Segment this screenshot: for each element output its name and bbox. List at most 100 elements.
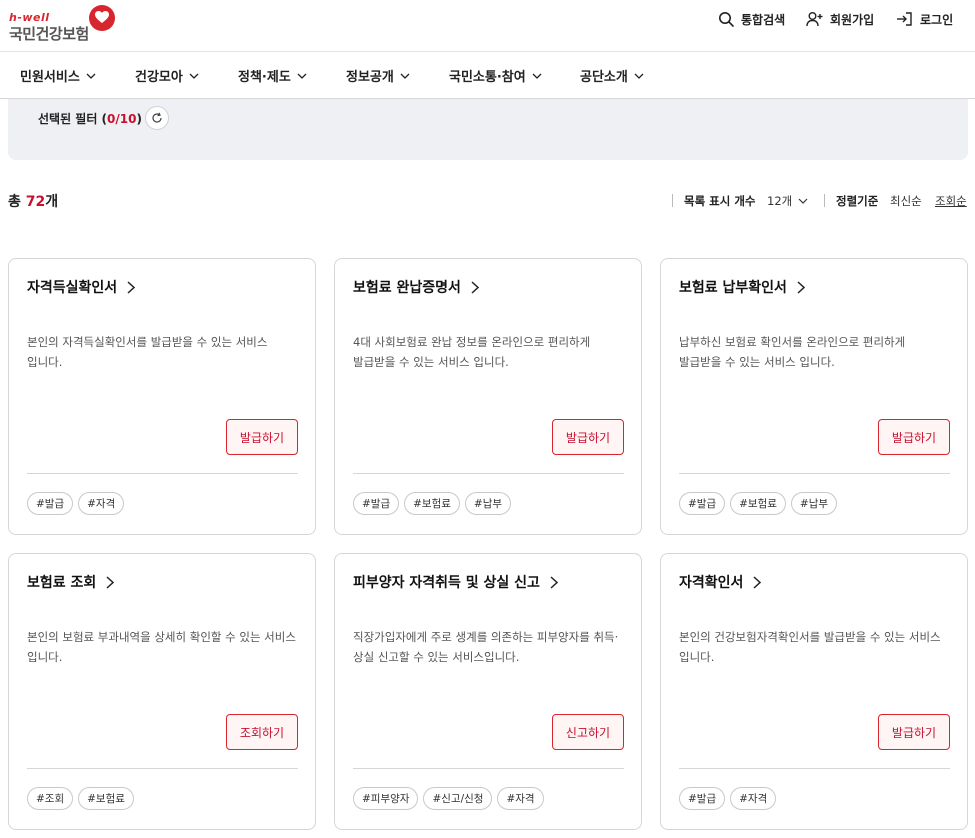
nav-item-health[interactable]: 건강모아 [135, 66, 199, 85]
issue-button[interactable]: 발급하기 [552, 419, 624, 455]
integrated-search-button[interactable]: 통합검색 [718, 9, 785, 29]
total-number: 72 [25, 194, 46, 210]
login-button[interactable]: 로그인 [896, 9, 953, 29]
user-plus-icon [806, 12, 823, 27]
divider [27, 768, 298, 769]
chevron-right-icon [106, 575, 115, 589]
logo-title: 국민건강보험 [9, 25, 89, 43]
service-card: 보험료 납부확인서 납부하신 보험료 확인서를 온라인으로 편리하게 발급받을 … [660, 258, 968, 535]
divider [679, 473, 950, 474]
card-title-link[interactable]: 자격득실확인서 [27, 277, 136, 297]
card-description: 본인의 건강보험자격확인서를 발급받을 수 있는 서비스 입니다. [679, 630, 941, 664]
tag-chip[interactable]: #보험료 [78, 787, 134, 810]
tag-chip[interactable]: #피부양자 [353, 787, 419, 810]
card-title-link[interactable]: 피부양자 자격취득 및 상실 신고 [353, 572, 558, 592]
nav-item-about[interactable]: 공단소개 [580, 66, 644, 85]
tag-chip[interactable]: #발급 [353, 492, 400, 515]
card-title: 보험료 납부확인서 [679, 280, 787, 296]
card-tags: #발급 #자격 [27, 492, 125, 515]
issue-button[interactable]: 발급하기 [226, 419, 298, 455]
main-nav: 민원서비스 건강모아 정책·제도 정보공개 국민소통·참여 공단소개 [0, 52, 975, 99]
nav-item-disclosure[interactable]: 정보공개 [346, 66, 410, 85]
signup-label: 회원가입 [830, 12, 875, 27]
nav-item-communication[interactable]: 국민소통·참여 [449, 66, 542, 85]
filter-label-suffix: ) [136, 112, 142, 126]
chevron-down-icon [189, 73, 199, 79]
card-title: 자격확인서 [679, 575, 744, 591]
report-button[interactable]: 신고하기 [552, 714, 624, 750]
search-label: 통합검색 [741, 12, 786, 27]
selected-filter-label: 선택된 필터 (0/10) [38, 110, 142, 127]
card-title: 피부양자 자격취득 및 상실 신고 [353, 575, 540, 591]
tag-chip[interactable]: #발급 [679, 787, 726, 810]
total-suffix: 개 [45, 194, 59, 210]
card-description: 납부하신 보험료 확인서를 온라인으로 편리하게 발급받을 수 있는 서비스 입… [679, 335, 906, 369]
tag-chip[interactable]: #자격 [730, 787, 777, 810]
site-logo[interactable]: h-well 국민건강보험 [9, 5, 119, 45]
chevron-right-icon [550, 575, 558, 589]
sort-latest-button[interactable]: 최신순 [890, 193, 922, 209]
service-card: 자격확인서 본인의 건강보험자격확인서를 발급받을 수 있는 서비스 입니다. … [660, 553, 968, 830]
login-label: 로그인 [920, 12, 954, 27]
tag-chip[interactable]: #발급 [679, 492, 726, 515]
divider [353, 473, 624, 474]
card-title-link[interactable]: 보험료 조회 [27, 572, 115, 592]
tag-chip[interactable]: #보험료 [730, 492, 786, 515]
chevron-right-icon [797, 280, 805, 294]
tag-chip[interactable]: #납부 [464, 492, 512, 515]
card-tags: #피부양자 #신고/신청 #자격 [353, 787, 544, 810]
card-tags: #조회 #보험료 [27, 787, 134, 810]
card-title-link[interactable]: 보험료 납부확인서 [679, 277, 805, 297]
nav-item-label: 정보공개 [346, 70, 394, 85]
nav-item-civil-service[interactable]: 민원서비스 [20, 66, 96, 85]
site-header: h-well 국민건강보험 통합검색 회원가입 로그인 [0, 0, 975, 52]
divider [679, 768, 950, 769]
divider [824, 194, 825, 207]
issue-button[interactable]: 발급하기 [878, 714, 950, 750]
chevron-right-icon [753, 575, 762, 589]
nav-item-policy[interactable]: 정책·제도 [238, 66, 307, 85]
tag-chip[interactable]: #발급 [27, 492, 74, 515]
filter-reset-button[interactable] [145, 106, 169, 130]
tag-chip[interactable]: #납부 [790, 492, 838, 515]
chevron-down-icon [532, 73, 542, 79]
tag-chip[interactable]: #조회 [27, 787, 74, 810]
selected-filter-panel: 선택된 필터 (0/10) [8, 99, 968, 160]
tag-chip[interactable]: #신고/신청 [423, 787, 493, 810]
nav-item-label: 민원서비스 [20, 70, 80, 85]
display-count-select[interactable]: 12개 [767, 193, 808, 209]
filter-count: 0/10 [107, 112, 137, 126]
login-icon [897, 12, 912, 26]
chevron-right-icon [127, 280, 136, 294]
card-description: 4대 사회보험료 완납 정보를 온라인으로 편리하게 발급받을 수 있는 서비스… [353, 335, 591, 369]
tag-chip[interactable]: #자격 [78, 492, 125, 515]
card-title-link[interactable]: 보험료 완납증명서 [353, 277, 479, 297]
sort-views-button[interactable]: 조회순 [935, 193, 967, 209]
card-title-link[interactable]: 자격확인서 [679, 572, 762, 592]
nav-item-label: 정책·제도 [238, 70, 291, 85]
card-description: 본인의 보험료 부과내역을 상세히 확인할 수 있는 서비스 입니다. [27, 630, 296, 664]
service-card: 보험료 조회 본인의 보험료 부과내역을 상세히 확인할 수 있는 서비스 입니… [8, 553, 316, 830]
sort-label: 정렬기준 [836, 194, 879, 208]
total-prefix: 총 [8, 194, 26, 210]
search-icon [719, 12, 734, 27]
service-card: 자격득실확인서 본인의 자격득실확인서를 발급받을 수 있는 서비스 입니다. … [8, 258, 316, 535]
card-tags: #발급 #보험료 #납부 [353, 492, 512, 515]
card-title: 자격득실확인서 [27, 280, 118, 296]
chevron-down-icon [400, 73, 410, 79]
nav-item-label: 공단소개 [580, 70, 628, 85]
tag-chip[interactable]: #보험료 [404, 492, 460, 515]
chevron-down-icon [297, 73, 307, 79]
tag-chip[interactable]: #자격 [497, 787, 544, 810]
card-description: 본인의 자격득실확인서를 발급받을 수 있는 서비스 입니다. [27, 335, 268, 369]
inquiry-button[interactable]: 조회하기 [226, 714, 298, 750]
issue-button[interactable]: 발급하기 [878, 419, 950, 455]
card-tags: #발급 #보험료 #납부 [679, 492, 838, 515]
card-tags: #발급 #자격 [679, 787, 777, 810]
chevron-right-icon [471, 280, 479, 294]
signup-button[interactable]: 회원가입 [806, 9, 874, 29]
divider [353, 768, 624, 769]
total-count: 총 72개 [8, 191, 58, 211]
card-description: 직장가입자에게 주로 생계를 의존하는 피부양자를 취득·상실 신고할 수 있는… [353, 630, 619, 664]
card-title: 보험료 조회 [27, 575, 97, 591]
